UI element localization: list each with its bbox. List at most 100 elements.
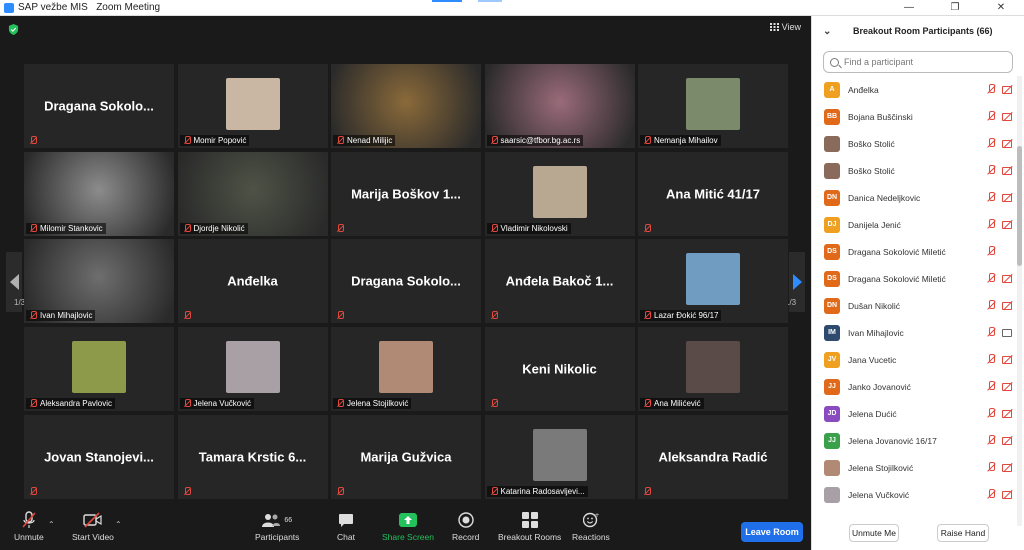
participant-status-icons [987,84,1014,95]
profile-picture [225,341,280,394]
participant-status-icons [987,192,1014,203]
video-off-icon [1002,138,1014,149]
participant-row[interactable]: Boško Stolić [812,157,1018,184]
start-video-button[interactable]: Start Video [72,510,114,542]
participant-row[interactable]: DN Dušan Nikolić [812,292,1018,319]
breakout-rooms-button[interactable]: Breakout Rooms [498,510,561,542]
video-tile[interactable]: Marija Boškov 1... [331,151,481,236]
video-tile[interactable]: Nemanja Mihailov [638,64,788,148]
video-tile[interactable]: Jelena Stojilković [331,327,481,412]
participant-row[interactable]: DJ Danijela Jenić [812,211,1018,238]
participant-name: Dragana Sokolović Miletić [848,273,946,284]
video-off-icon [1002,192,1014,203]
record-button[interactable]: Record [452,510,479,542]
video-tile[interactable]: Katarina Radosavljevi... [484,414,635,499]
tile-name-label: Nenad Milijic [333,135,396,146]
video-tile[interactable]: Aleksandra Radić [638,414,788,499]
video-tile[interactable]: Anđelka [177,239,328,324]
video-tile[interactable]: Dragana Sokolo... [331,239,481,324]
participant-row[interactable]: DS Dragana Sokolović Miletić [812,238,1018,265]
participant-list-scrollbar[interactable] [1017,76,1022,526]
participant-status-icons [987,327,1014,338]
search-placeholder: Find a participant [844,57,914,67]
title-bar: SAP vežbe MIS Zoom Meeting — ❐ ✕ [0,0,1024,16]
participant-row[interactable]: Jelena Stojilković [812,454,1018,481]
grid-view-icon [769,23,779,31]
leave-room-button[interactable]: Leave Room [741,522,803,542]
video-tile[interactable]: saarsic@tfbor.bg.ac.rs [484,64,635,148]
video-tile[interactable]: Marija Gužvica [331,414,481,499]
participants-button[interactable]: 66 Participants [255,510,299,542]
participant-row[interactable]: DS Dragana Sokolović Miletić [812,265,1018,292]
avatar: A [824,81,840,98]
view-button[interactable]: View [769,22,801,32]
video-tile[interactable]: Lazar Đokić 96/17 [638,239,788,324]
video-tile[interactable]: Dragana Sokolo... [24,64,174,148]
video-tile[interactable]: Vladimir Nikolovski [484,151,635,236]
video-tile[interactable]: Djordje Nikolić [177,151,328,236]
tile-name-label [333,310,347,321]
profile-picture [686,341,740,394]
participant-status-icons [987,111,1014,122]
mic-muted-icon [183,311,191,320]
mic-muted-icon [643,223,651,233]
share-screen-button[interactable]: Share Screen [382,510,434,542]
chevron-down-icon[interactable]: ⌄ [823,26,853,37]
participant-row[interactable]: IM Ivan Mihajlovic [812,319,1018,346]
video-tile[interactable]: Anđela Bakoč 1... [484,239,635,324]
participant-search[interactable]: Find a participant [823,51,1013,73]
search-icon [830,57,839,67]
video-options-caret-icon[interactable]: ⌃ [115,520,122,529]
participant-row[interactable]: Jelena Vučković [812,481,1018,508]
participant-status-icons [987,219,1014,230]
shield-icon[interactable] [8,24,19,35]
maximize-icon[interactable]: ❐ [932,2,978,13]
participant-row[interactable]: JJ Janko Jovanović [812,373,1018,400]
video-tile[interactable]: Jelena Vučković [177,327,328,412]
video-tile[interactable]: Keni Nikolic [484,327,635,412]
participant-row[interactable]: JV Jana Vucetic [812,346,1018,373]
avatar [824,459,840,476]
participant-row[interactable]: Boško Stolić [812,130,1018,157]
video-tile[interactable]: Momir Popović [177,64,328,148]
avatar: JJ [824,432,840,449]
participant-name-display: Keni Nikolic [522,361,597,377]
avatar: DS [824,270,840,287]
minimize-icon[interactable]: — [886,2,932,13]
video-tile[interactable]: Ana Mitić 41/17 [638,151,788,236]
mic-muted-icon [987,84,996,95]
raise-hand-button[interactable]: Raise Hand [937,524,989,542]
participant-row[interactable]: A Anđelka [812,76,1018,103]
video-tile[interactable]: Ana Milićević [638,327,788,412]
unmute-button[interactable]: Unmute [14,510,44,542]
video-tile[interactable]: Jovan Stanojevi... [24,414,174,499]
participants-count: 66 [284,516,293,524]
tile-name-label: Lazar Đokić 96/17 [640,310,722,322]
participant-row[interactable]: JD Jelena Dućić [812,400,1018,427]
chat-button[interactable]: Chat [337,510,355,542]
video-tile[interactable]: Ivan Mihajlovic [24,239,174,324]
tile-name-label: saarsic@tfbor.bg.ac.rs [486,135,584,146]
close-icon[interactable]: ✕ [978,2,1024,13]
profile-picture [686,78,740,130]
mic-muted-icon [29,311,37,320]
participant-status-icons [987,300,1014,311]
video-tile[interactable]: Tamara Krstic 6... [177,414,328,499]
avatar: IM [824,324,840,341]
avatar: DN [824,297,840,314]
avatar [824,486,840,503]
video-tile[interactable]: Nenad Milijic [331,64,481,148]
reactions-button[interactable]: + Reactions [572,510,610,542]
participant-row[interactable]: JJ Jelena Jovanović 16/17 [812,427,1018,454]
unmute-me-button[interactable]: Unmute Me [849,524,899,542]
audio-options-caret-icon[interactable]: ⌃ [48,520,55,529]
record-label: Record [452,532,480,542]
participants-icon: 66 [262,510,292,530]
mic-muted-icon [987,408,996,419]
video-off-icon [83,510,103,530]
participant-row[interactable]: BB Bojana Buščinski [812,103,1018,130]
video-tile[interactable]: Milomir Stankovic [24,151,174,236]
participant-row[interactable]: DN Danica Nedeljkovic [812,184,1018,211]
scrollbar-thumb[interactable] [1017,146,1022,266]
video-tile[interactable]: Aleksandra Pavlovic [24,327,174,412]
